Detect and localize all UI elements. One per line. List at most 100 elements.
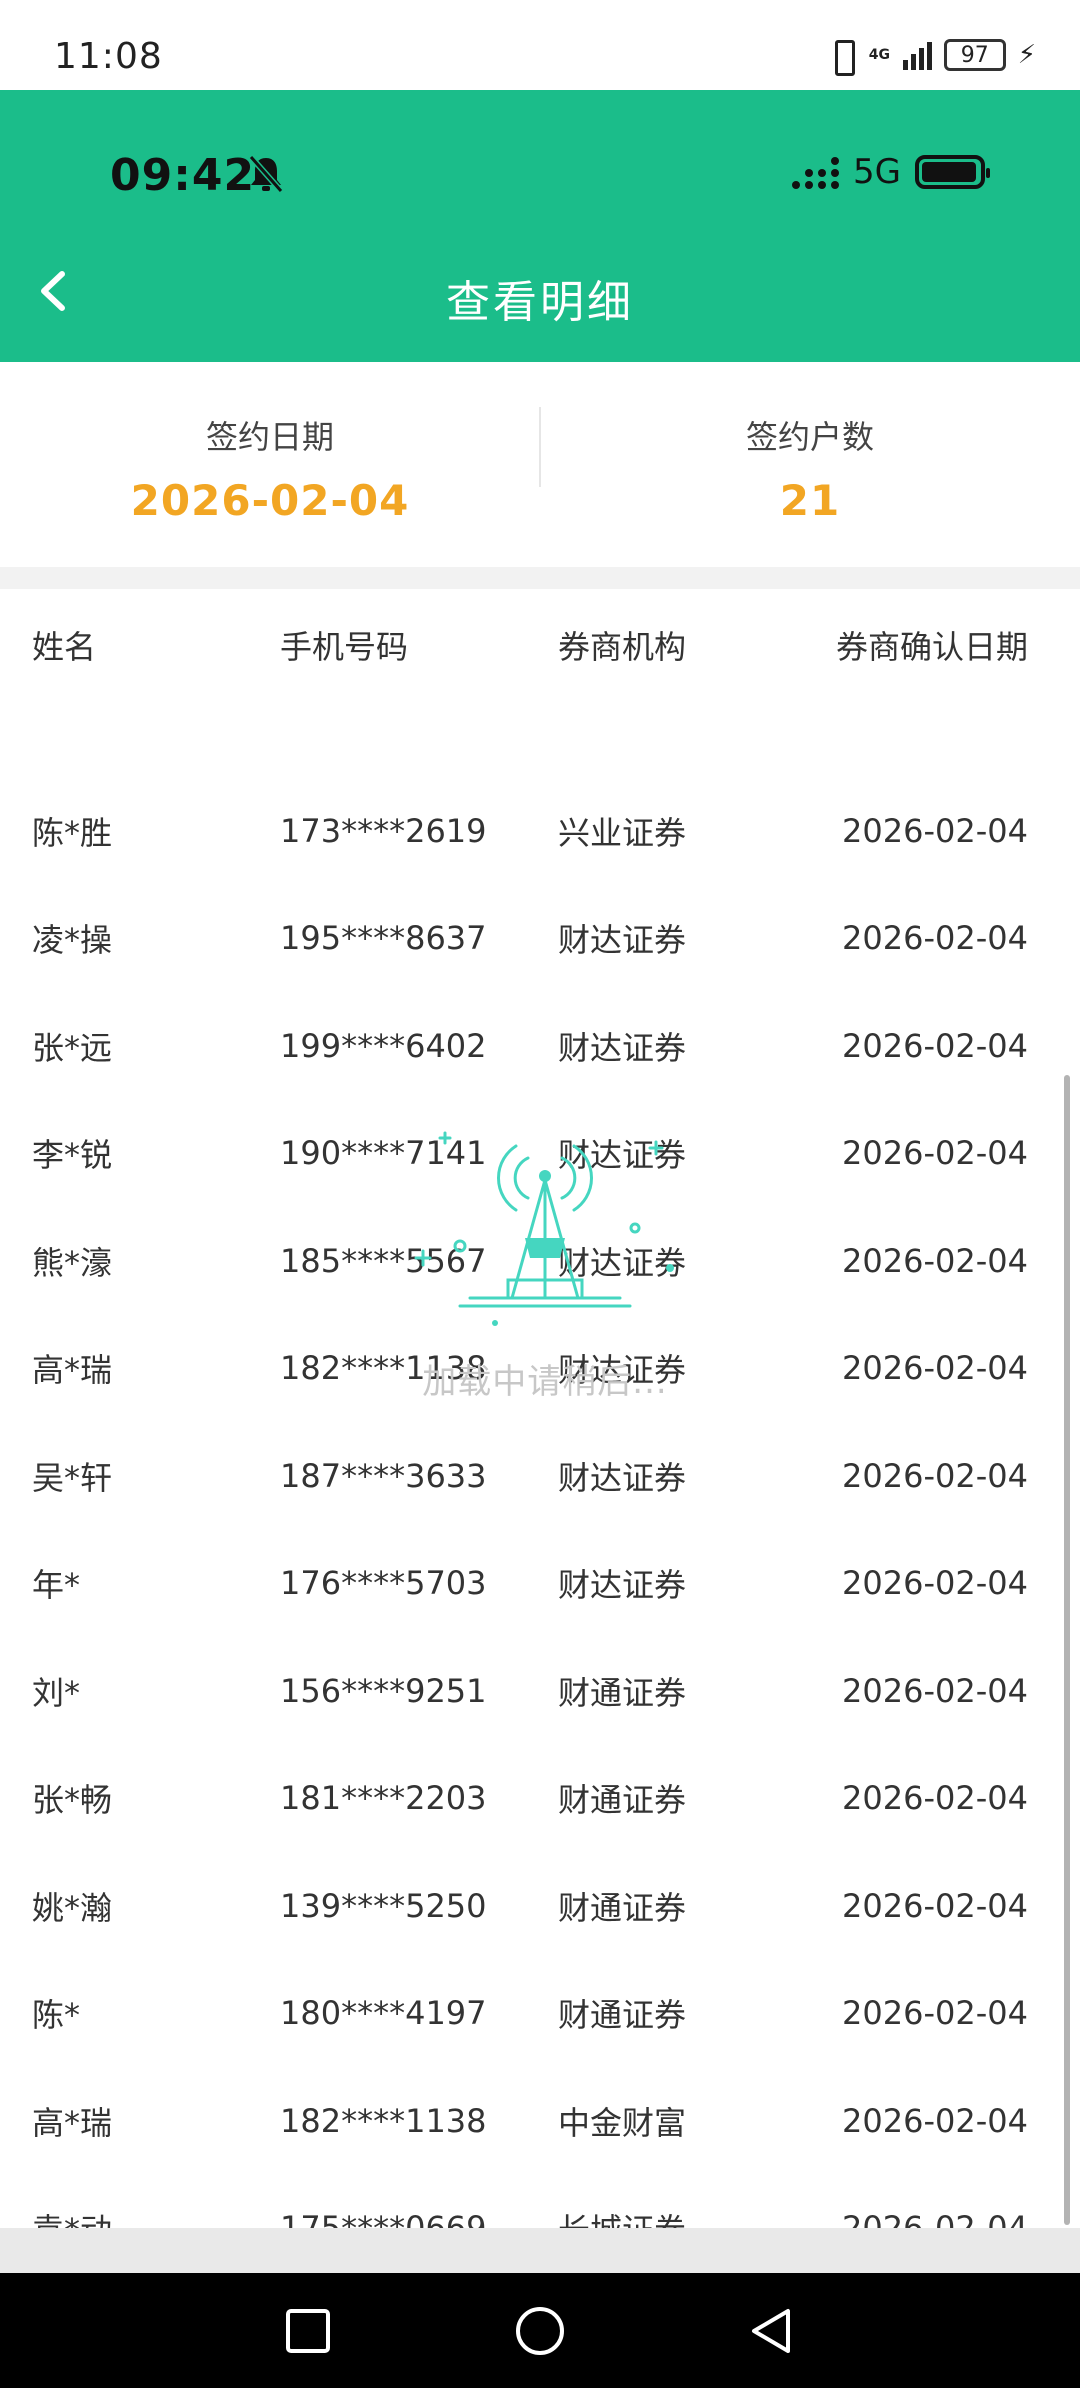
cell-confirm-date: 2026-02-04 [842, 1456, 1028, 1495]
cell-confirm-date: 2026-02-04 [842, 1241, 1028, 1280]
cell-broker: 财达证券 [558, 1136, 687, 1175]
app-status-icons: 5G [792, 152, 990, 192]
table-row: 刘* 156****9251 财通证券 2026-02-04 [0, 1637, 1080, 1745]
cell-phone: 139****5250 [280, 1886, 487, 1925]
cell-confirm-date: 2026-02-04 [842, 919, 1028, 958]
table-row: 吴*轩 187****3633 财达证券 2026-02-04 [0, 1422, 1080, 1530]
app-network-type: 5G [853, 152, 901, 192]
battery-icon [915, 155, 990, 189]
cell-confirm-date: 2026-02-04 [842, 1994, 1028, 2033]
sign-count-value: 21 [779, 476, 841, 525]
table-row: 陈*胜 173****2619 兴业证券 2026-02-04 [0, 777, 1080, 885]
cell-name: 李*锐 [32, 1136, 113, 1175]
signal-icon [792, 155, 840, 189]
cell-phone: 190****7141 [280, 1134, 487, 1173]
column-header-name: 姓名 [32, 628, 97, 666]
app-status-time: 09:42 [110, 150, 256, 201]
cell-broker: 中金财富 [558, 2103, 687, 2142]
network-type: 4G [868, 46, 890, 63]
page-title: 查看明细 [446, 277, 634, 328]
cell-phone: 156****9251 [280, 1671, 487, 1710]
cell-phone: 176****5703 [280, 1564, 487, 1603]
cell-name: 高*瑞 [32, 2103, 113, 2142]
app-header: 09:42 5G 查看明细 [0, 90, 1080, 362]
cell-confirm-date: 2026-02-04 [842, 1026, 1028, 1065]
sign-date-value: 2026-02-04 [130, 476, 410, 525]
home-icon[interactable] [512, 2303, 568, 2359]
table-row: 姚*瀚 139****5250 财通证券 2026-02-04 [0, 1852, 1080, 1960]
table-row: 凌*操 195****8637 财达证券 2026-02-04 [0, 885, 1080, 993]
sign-date-label: 签约日期 [205, 418, 334, 456]
system-time: 11:08 [54, 36, 163, 77]
cell-name: 张*畅 [32, 1781, 113, 1820]
cell-phone: 182****1138 [280, 2101, 487, 2140]
cell-broker: 财通证券 [558, 1888, 687, 1927]
table-header: 姓名 手机号码 券商机构 券商确认日期 [0, 589, 1080, 701]
cell-broker: 财达证券 [558, 1028, 687, 1067]
table-row: 陈* 180****4197 财通证券 2026-02-04 [0, 1960, 1080, 2068]
nav-back-icon[interactable] [744, 2303, 800, 2359]
table-row: 熊*濠 185****5567 财达证券 2026-02-04 [0, 1207, 1080, 1315]
cell-name: 年* [32, 1566, 81, 1605]
column-header-broker: 券商机构 [558, 628, 687, 666]
cell-confirm-date: 2026-02-04 [842, 1349, 1028, 1388]
cell-phone: 199****6402 [280, 1026, 487, 1065]
table-row: 高*瑞 182****1138 财达证券 2026-02-04 [0, 1315, 1080, 1423]
footer-strip [0, 2228, 1080, 2273]
vibrate-icon [827, 38, 857, 76]
cell-phone: 181****2203 [280, 1779, 487, 1818]
cell-confirm-date: 2026-02-04 [842, 1134, 1028, 1173]
table-row: 张*畅 181****2203 财通证券 2026-02-04 [0, 1745, 1080, 1853]
cell-broker: 财达证券 [558, 1566, 687, 1605]
signal-icon [902, 40, 932, 70]
sign-count-label: 签约户数 [745, 418, 874, 456]
sign-count-block: 签约户数 21 [540, 412, 1080, 525]
detail-table: 姓名 手机号码 券商机构 券商确认日期 陈*胜 173****2619 兴业证券 20… [0, 589, 1080, 2249]
table-body: 陈*胜 173****2619 兴业证券 2026-02-04 凌*操 195****86… [0, 777, 1080, 2282]
table-row: 张*远 199****6402 财达证券 2026-02-04 [0, 992, 1080, 1100]
cell-broker: 财达证券 [558, 1458, 687, 1497]
cell-broker: 财达证券 [558, 1243, 687, 1282]
cell-broker: 兴业证券 [558, 813, 687, 852]
cell-name: 高*瑞 [32, 1351, 113, 1390]
cell-phone: 195****8637 [280, 919, 487, 958]
cell-name: 熊*濠 [32, 1243, 113, 1282]
cell-name: 吴*轩 [32, 1458, 113, 1497]
battery-level: 97 [960, 42, 989, 68]
cell-broker: 财通证券 [558, 1781, 687, 1820]
cell-broker: 财达证券 [558, 921, 687, 960]
cell-confirm-date: 2026-02-04 [842, 1564, 1028, 1603]
table-row: 李*锐 190****7141 财达证券 2026-02-04 [0, 1100, 1080, 1208]
table-row: 年* 176****5703 财达证券 2026-02-04 [0, 1530, 1080, 1638]
cell-phone: 187****3633 [280, 1456, 487, 1495]
cell-phone: 180****4197 [280, 1994, 487, 2033]
summary-panel: 签约日期 2026-02-04 签约户数 21 [0, 362, 1080, 567]
cell-name: 陈*胜 [32, 813, 113, 852]
screen: 11:08 4G 97 ⚡ 09:42 5G 查看明细 签约日期 2026-02… [0, 0, 1080, 2388]
cell-phone: 185****5567 [280, 1241, 487, 1280]
scrollbar[interactable] [1064, 1075, 1070, 2225]
charging-icon: ⚡ [1017, 40, 1036, 70]
cell-confirm-date: 2026-02-04 [842, 2101, 1028, 2140]
battery-icon: 97 [943, 39, 1006, 71]
cell-phone: 173****2619 [280, 811, 487, 850]
cell-name: 凌*操 [32, 921, 113, 960]
cell-confirm-date: 2026-02-04 [842, 811, 1028, 850]
cell-phone: 182****1138 [280, 1349, 487, 1388]
navigation-bar [0, 2273, 1080, 2388]
cell-name: 张*远 [32, 1028, 113, 1067]
section-divider [0, 567, 1080, 589]
cell-confirm-date: 2026-02-04 [842, 1886, 1028, 1925]
sign-date-block: 签约日期 2026-02-04 [0, 412, 540, 525]
cell-name: 姚*瀚 [32, 1888, 113, 1927]
cell-broker: 财达证券 [558, 1351, 687, 1390]
cell-broker: 财通证券 [558, 1996, 687, 2035]
system-status-icons: 4G 97 ⚡ [827, 38, 1036, 76]
recent-apps-icon[interactable] [280, 2303, 336, 2359]
bell-off-icon [248, 155, 284, 193]
system-status-bar: 11:08 4G 97 ⚡ [0, 0, 1080, 90]
table-row: 高*瑞 182****1138 中金财富 2026-02-04 [0, 2067, 1080, 2175]
cell-confirm-date: 2026-02-04 [842, 1779, 1028, 1818]
cell-name: 刘* [32, 1673, 81, 1712]
cell-broker: 财通证券 [558, 1673, 687, 1712]
